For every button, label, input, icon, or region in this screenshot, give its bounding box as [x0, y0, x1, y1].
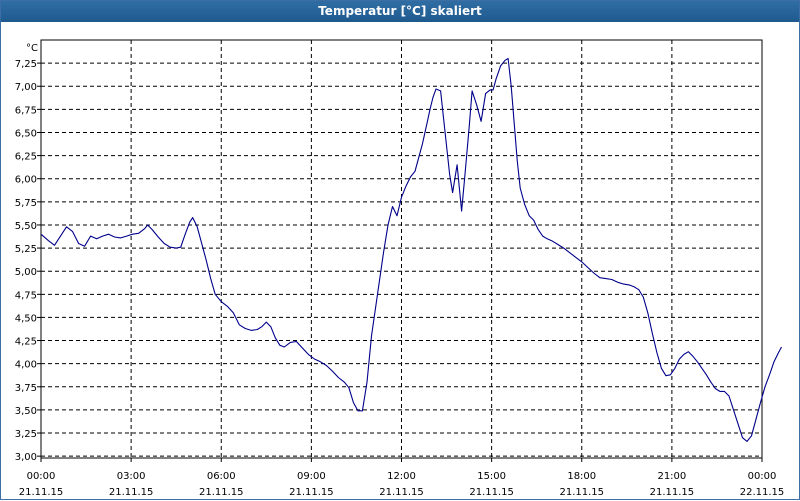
y-tick-label: 3,75	[15, 383, 37, 394]
x-tick-time-label: 06:00	[207, 471, 236, 482]
chart-grid	[40, 40, 763, 458]
temperature-chart: 7,25 7,00 6,75 6,50 6,25 6,00 5,75 5,50 5,25 5,00…	[15, 39, 785, 498]
y-tick-label: 7,25	[15, 59, 37, 70]
y-tick-label: 3,50	[15, 406, 37, 417]
x-tick-date-label: 21.11.15	[559, 487, 604, 498]
series-group	[40, 57, 782, 442]
x-tick-time-label: 15:00	[477, 471, 506, 482]
x-tick-time-label: 12:00	[387, 471, 416, 482]
y-tick-label: 6,25	[15, 152, 37, 163]
temperature-series-line	[40, 57, 782, 442]
y-tick-label: 4,25	[15, 337, 37, 348]
y-tick-label: 4,00	[15, 360, 37, 371]
y-tick-label: 5,25	[15, 244, 37, 255]
y-tick-label: 3,25	[15, 429, 37, 440]
y-axis-ticks: 7,25 7,00 6,75 6,50 6,25 6,00 5,75 5,50 5,25 5,00…	[15, 59, 37, 463]
x-tick-date-label: 21.11.15	[109, 487, 154, 498]
y-tick-label: 3,00	[15, 452, 37, 463]
y-tick-label: 5,00	[15, 267, 37, 278]
x-tick-time-label: 21:00	[657, 471, 686, 482]
x-tick-time-label: 09:00	[297, 471, 326, 482]
x-axis-ticks: 00:00 21.11.15 03:00 21.11.15 06:00 21.11.15 0…	[19, 471, 785, 498]
y-tick-label: 6,00	[15, 175, 37, 186]
x-tick-date-label: 21.11.15	[469, 487, 514, 498]
y-tick-label: 7,00	[15, 82, 37, 93]
plot-frame	[40, 39, 763, 459]
y-tick-label: 6,75	[15, 105, 37, 116]
y-tick-label: 5,75	[15, 198, 37, 209]
x-tick-date-label: 21.11.15	[650, 487, 695, 498]
x-tick-date-label: 21.11.15	[19, 487, 64, 498]
y-tick-label: 6,50	[15, 128, 37, 139]
y-unit-label: °C	[26, 43, 38, 54]
chart-axes	[37, 39, 763, 462]
x-tick-time-label: 00:00	[27, 471, 56, 482]
y-tick-label: 4,75	[15, 290, 37, 301]
x-tick-date-label: 21.11.15	[289, 487, 334, 498]
x-tick-date-label: 21.11.15	[379, 487, 424, 498]
x-tick-date-label: 22.11.15	[740, 487, 785, 498]
x-tick-time-label: 00:00	[748, 471, 777, 482]
y-tick-label: 4,50	[15, 313, 37, 324]
chart-window: Temperatur [°C] skaliert 7,25 7,00 6,75 6,5…	[0, 0, 800, 500]
x-tick-time-label: 18:00	[567, 471, 596, 482]
y-tick-label: 5,50	[15, 221, 37, 232]
x-tick-date-label: 21.11.15	[199, 487, 244, 498]
x-tick-time-label: 03:00	[117, 471, 146, 482]
